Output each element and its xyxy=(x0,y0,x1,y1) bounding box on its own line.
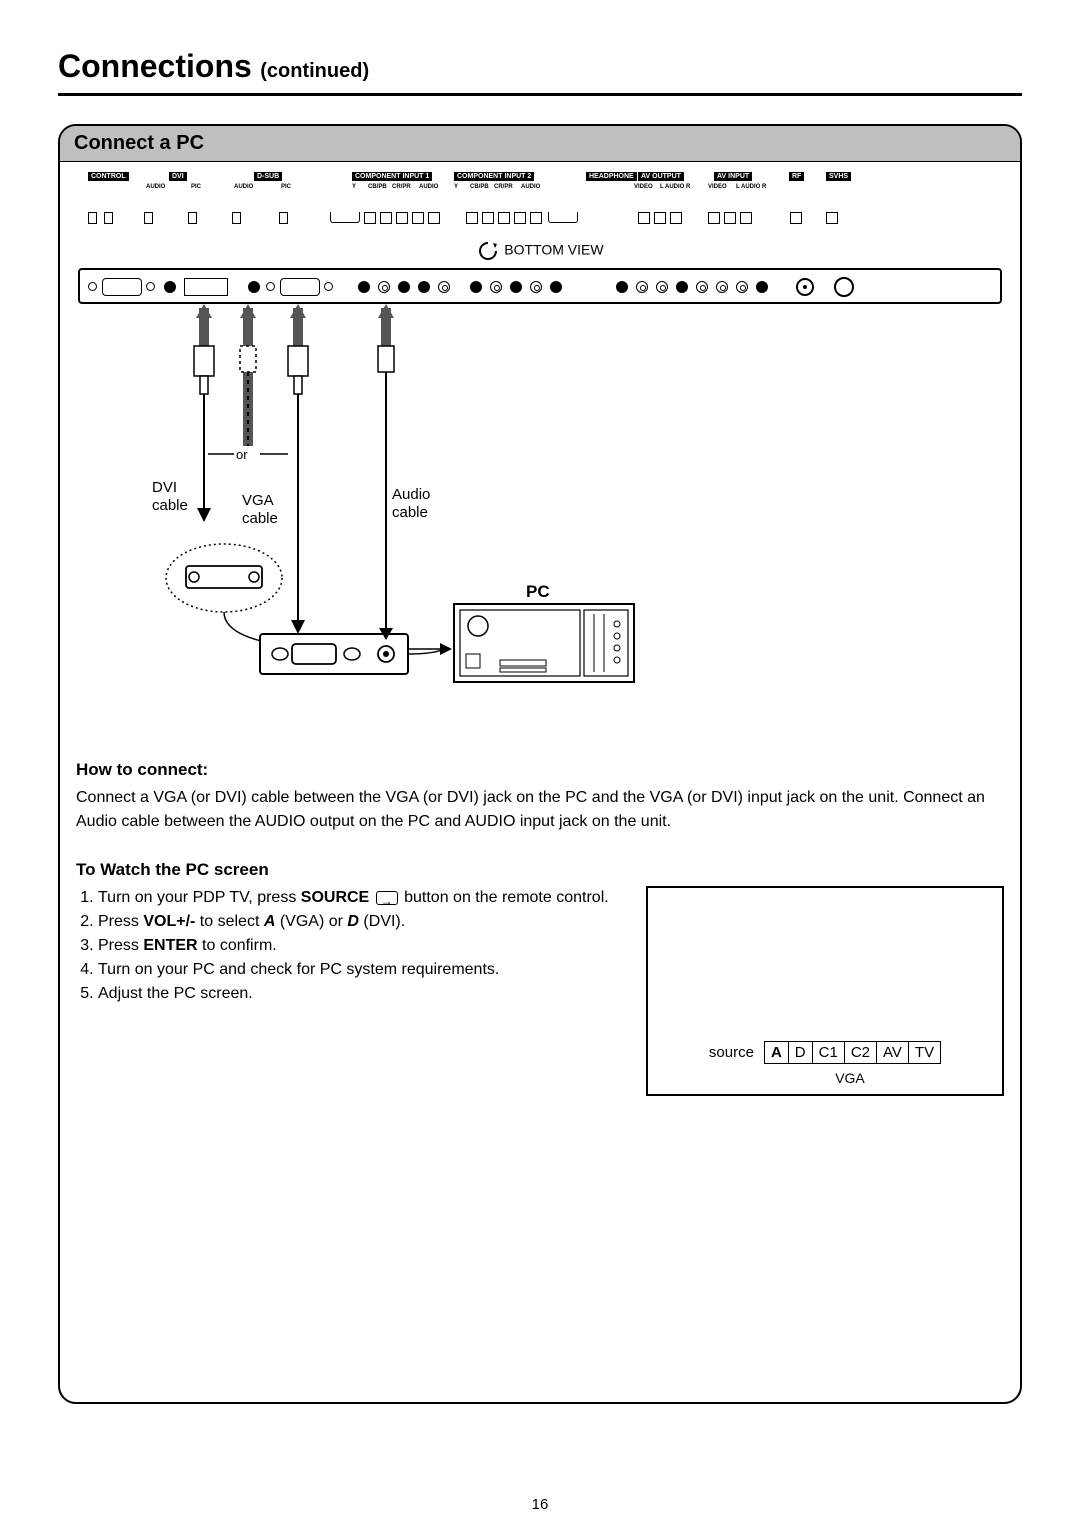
section-header: Connect a PC xyxy=(60,126,1020,162)
osd-cell-tv: TV xyxy=(909,1042,940,1063)
page-number: 16 xyxy=(0,1496,1080,1513)
watch-pc-block: To Watch the PC screen xyxy=(60,834,1020,882)
dvi-audio-jack xyxy=(164,281,176,293)
or-label: or xyxy=(236,446,248,464)
osd-source-cells: ADC1C2AVTV xyxy=(764,1041,941,1064)
pc-label: PC xyxy=(526,582,550,602)
audio-cable-label: Audio cable xyxy=(392,486,430,522)
lbl-y2: Y xyxy=(454,184,458,190)
page-title-row: Connections (continued) xyxy=(58,48,1022,96)
osd-source-label: source xyxy=(709,1044,754,1061)
content-frame: Connect a PC CONTROL DVI AUDIO PIC D-SUB… xyxy=(58,124,1022,1404)
lbl-cr1: CR/PR xyxy=(392,184,411,190)
osd-cell-c2: C2 xyxy=(845,1042,877,1063)
how-to-connect-body: Connect a VGA (or DVI) cable between the… xyxy=(76,786,1004,834)
lbl-comp1: COMPONENT INPUT 1 xyxy=(352,172,432,181)
lbl-pic1: PIC xyxy=(191,184,201,190)
port-label-row: CONTROL DVI AUDIO PIC D-SUB AUDIO PIC CO… xyxy=(74,170,1006,218)
lbl-audio2: AUDIO xyxy=(234,184,253,190)
osd-selected-sub: VGA xyxy=(648,1070,1002,1086)
lbl-laudio1: L AUDIO R xyxy=(660,184,690,190)
step-1: Turn on your PDP TV, press SOURCE button… xyxy=(98,886,626,910)
step-3: Press ENTER to confirm. xyxy=(98,934,626,958)
vga-cable-label: VGA cable xyxy=(242,492,278,528)
osd-source-row: source ADC1C2AVTV xyxy=(648,1041,1002,1064)
dsub-audio-jack xyxy=(248,281,260,293)
bottom-view-label-row: BOTTOM VIEW xyxy=(74,232,1006,268)
lbl-audio1: AUDIO xyxy=(146,184,165,190)
osd-cell-c1: C1 xyxy=(813,1042,845,1063)
lbl-rf: RF xyxy=(789,172,804,181)
lbl-avin: AV INPUT xyxy=(714,172,752,181)
lbl-cr2: CR/PR xyxy=(494,184,513,190)
lbl-pic2: PIC xyxy=(281,184,291,190)
how-to-connect-block: How to connect: Connect a VGA (or DVI) c… xyxy=(60,734,1020,834)
dvi-port-icon xyxy=(184,278,228,296)
rotate-icon xyxy=(476,240,500,262)
lbl-control: CONTROL xyxy=(88,172,129,181)
lbl-aud2: AUDIO xyxy=(521,184,540,190)
lbl-cb1: CB/PB xyxy=(368,184,387,190)
step-5: Adjust the PC screen. xyxy=(98,982,626,1006)
bottom-view-text: BOTTOM VIEW xyxy=(504,242,603,258)
lbl-cb2: CB/PB xyxy=(470,184,489,190)
cable-diagram: or DVI cable VGA cable Audio cable PC xyxy=(74,304,1006,724)
rf-port-icon xyxy=(796,278,814,296)
control-port-icon xyxy=(102,278,142,296)
title-sub: (continued) xyxy=(260,60,369,82)
lbl-avout: AV OUTPUT xyxy=(638,172,684,181)
osd-cell-av: AV xyxy=(877,1042,909,1063)
lbl-dvi: DVI xyxy=(169,172,187,181)
watch-pc-columns: Turn on your PDP TV, press SOURCE button… xyxy=(60,886,1020,1096)
lbl-laudio2: L AUDIO R xyxy=(736,184,766,190)
lbl-video2: VIDEO xyxy=(708,184,727,190)
watch-pc-steps: Turn on your PDP TV, press SOURCE button… xyxy=(76,886,626,1096)
vga-port-icon xyxy=(280,278,320,296)
watch-pc-heading: To Watch the PC screen xyxy=(76,858,1004,882)
diagram-area: CONTROL DVI AUDIO PIC D-SUB AUDIO PIC CO… xyxy=(60,162,1020,734)
port-schematic-strip xyxy=(74,212,1006,232)
osd-preview: source ADC1C2AVTV VGA xyxy=(646,886,1004,1096)
step-2: Press VOL+/- to select A (VGA) or D (DVI… xyxy=(98,910,626,934)
source-button-icon xyxy=(376,891,398,905)
lbl-y1: Y xyxy=(352,184,356,190)
lbl-video1: VIDEO xyxy=(634,184,653,190)
step-4: Turn on your PC and check for PC system … xyxy=(98,958,626,982)
lbl-hp: HEADPHONE xyxy=(586,172,637,181)
lbl-aud1: AUDIO xyxy=(419,184,438,190)
lbl-comp2: COMPONENT INPUT 2 xyxy=(454,172,534,181)
lbl-svhs: SVHS xyxy=(826,172,851,181)
osd-cell-d: D xyxy=(789,1042,813,1063)
dvi-cable-label: DVI cable xyxy=(152,479,188,515)
lbl-dsub: D-SUB xyxy=(254,172,282,181)
rear-panel xyxy=(78,268,1002,304)
svhs-port-icon xyxy=(834,277,854,297)
how-to-connect-heading: How to connect: xyxy=(76,758,1004,782)
title-main: Connections xyxy=(58,48,252,84)
osd-cell-a: A xyxy=(765,1042,789,1063)
